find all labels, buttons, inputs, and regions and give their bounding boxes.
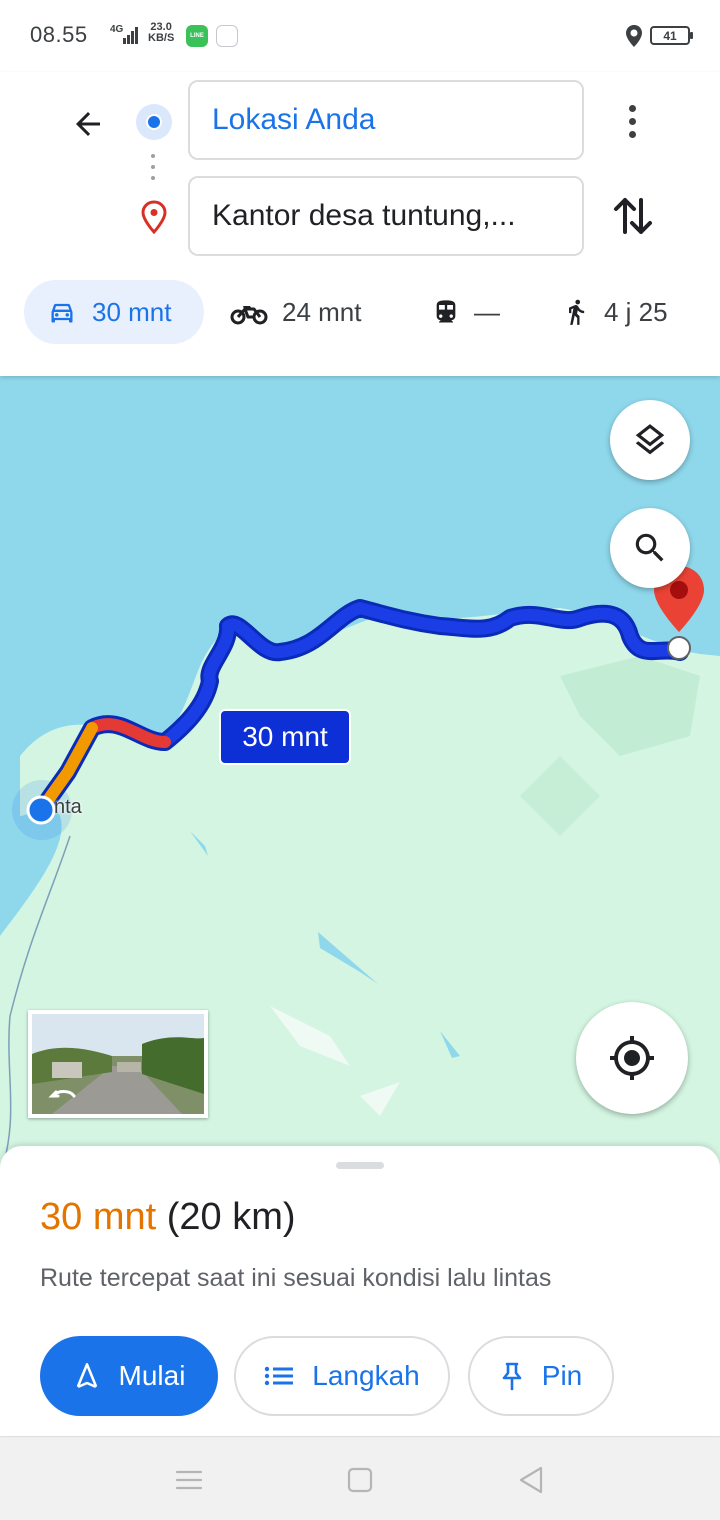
walk-icon	[569, 299, 585, 325]
street-view-image	[32, 1014, 204, 1114]
speed-unit: KB/S	[148, 32, 175, 44]
destination-circle	[667, 636, 691, 660]
route-duration-callout[interactable]: 30 mnt	[219, 709, 351, 765]
directions-header: Lokasi Anda Kantor desa tuntung,... 30 m…	[0, 72, 720, 376]
start-button[interactable]: Mulai	[40, 1336, 218, 1416]
pin-icon	[502, 1362, 522, 1391]
more-vert-icon	[628, 104, 636, 112]
route-duration: 30 mnt	[40, 1196, 157, 1238]
line-app-icon: LINE	[186, 25, 208, 47]
back-nav-button[interactable]	[516, 1465, 546, 1495]
swap-button[interactable]	[608, 190, 658, 242]
my-location-button[interactable]	[576, 1002, 688, 1114]
steps-label: Langkah	[312, 1360, 420, 1391]
system-navigation-bar	[0, 1436, 720, 1520]
layers-icon	[635, 424, 665, 455]
car-icon	[51, 303, 73, 323]
home-nav-button[interactable]	[345, 1465, 375, 1495]
route-summary-sheet[interactable]: 30 mnt (20 km) Rute tercepat saat ini se…	[0, 1146, 720, 1436]
status-bar: 08.55 4G 23.0 KB/S LINE 41	[0, 0, 720, 72]
mode-transit-label: —	[474, 296, 500, 327]
map-place-label: nta	[54, 796, 82, 818]
location-status-icon	[626, 25, 642, 47]
mode-walk-label: 4 j 25	[604, 296, 668, 327]
route-distance: (20 km)	[166, 1196, 296, 1238]
route-summary: 30 mnt (20 km)	[40, 1196, 296, 1239]
transit-icon	[436, 300, 456, 323]
destination-input[interactable]: Kantor desa tuntung,...	[188, 176, 584, 256]
steps-button[interactable]: Langkah	[234, 1336, 450, 1416]
navigation-icon	[76, 1363, 97, 1388]
route-connector	[151, 154, 157, 184]
mode-car-label: 30 mnt	[92, 296, 172, 327]
motorcycle-icon	[230, 306, 268, 325]
mode-tab-walk[interactable]: 4 j 25	[562, 280, 668, 344]
back-arrow-icon	[76, 112, 100, 136]
pin-label: Pin	[541, 1360, 583, 1391]
status-time: 08.55	[30, 22, 88, 47]
battery-level: 41	[663, 28, 677, 43]
start-label: Mulai	[118, 1360, 186, 1391]
mode-motorcycle-label: 24 mnt	[282, 296, 362, 327]
battery-icon: 41	[650, 26, 693, 45]
search-icon	[635, 533, 664, 562]
origin-dot-icon	[136, 104, 172, 140]
travel-mode-bar: 30 mnt 24 mnt — 4 j 25	[0, 280, 720, 346]
network-speed: 23.0 KB/S	[148, 22, 174, 44]
street-view-thumbnail[interactable]	[28, 1010, 208, 1118]
search-along-route-button[interactable]	[610, 508, 690, 588]
destination-pin-icon	[141, 200, 167, 234]
pin-button[interactable]: Pin	[468, 1336, 614, 1416]
origin-location-dot	[26, 795, 56, 825]
signal-icon	[123, 27, 138, 44]
mode-tab-transit[interactable]: —	[432, 280, 500, 344]
layers-button[interactable]	[610, 400, 690, 480]
back-button[interactable]	[62, 98, 114, 150]
swap-icon	[614, 198, 652, 234]
list-icon	[265, 1366, 294, 1386]
my-location-icon	[610, 1036, 654, 1080]
sheet-drag-handle[interactable]	[336, 1162, 384, 1169]
map-view[interactable]: nta 30 mnt	[0, 376, 720, 1176]
line-icon-text: LINE	[190, 33, 204, 39]
route-description: Rute tercepat saat ini sesuai kondisi la…	[40, 1264, 552, 1292]
more-options-button[interactable]	[612, 96, 652, 146]
mode-tab-motorcycle[interactable]: 24 mnt	[230, 280, 362, 344]
notification-app-icon	[216, 25, 238, 47]
mode-tab-car[interactable]: 30 mnt	[24, 280, 204, 344]
menu-nav-button[interactable]	[174, 1465, 204, 1495]
origin-input[interactable]: Lokasi Anda	[188, 80, 584, 160]
